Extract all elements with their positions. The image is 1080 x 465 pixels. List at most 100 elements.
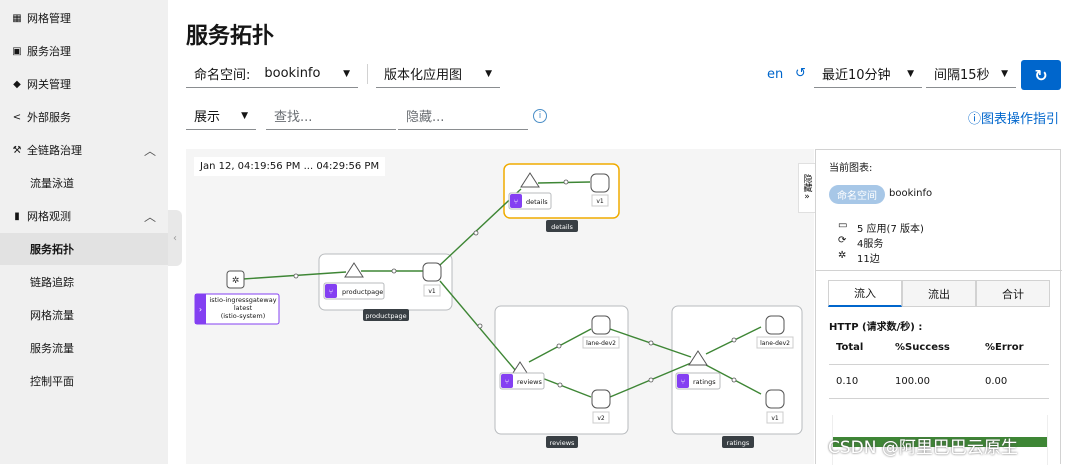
- info-icon[interactable]: i: [533, 109, 547, 123]
- details-group-label: details: [551, 223, 573, 231]
- divider: [367, 64, 368, 84]
- grid-icon: ▦: [12, 12, 22, 24]
- sidebar-item-observability[interactable]: ▮ 网格观测 ︿: [0, 200, 168, 232]
- ratings-group-label: ratings: [727, 439, 750, 447]
- sidebar-item-external-service[interactable]: < 外部服务: [0, 101, 168, 133]
- sidebar-item-full-link[interactable]: ⚒ 全链路治理 ︿: [0, 134, 168, 166]
- ratings-v1-label: v1: [771, 415, 779, 422]
- gateway-version: latest: [234, 304, 253, 312]
- history-icon[interactable]: ↺: [795, 66, 806, 81]
- gateway-namespace: (istio-system): [221, 312, 266, 320]
- services-count: 4服务: [857, 239, 884, 250]
- edges-count: 11边: [857, 254, 880, 265]
- productpage-group-label: productpage: [365, 312, 406, 320]
- tab-inbound[interactable]: 流入: [828, 280, 902, 307]
- apps-icon: ▭: [838, 220, 848, 231]
- sidebar-item-service-governance[interactable]: ▣ 服务治理: [0, 35, 168, 67]
- graph-type-value: 版本化应用图: [384, 68, 463, 83]
- interval-select[interactable]: 间隔15秒 ▼: [926, 60, 1016, 88]
- display-value: 展示: [194, 110, 221, 125]
- refresh-icon: ↻: [1034, 65, 1048, 85]
- ratings-name: ratings: [693, 378, 716, 386]
- sidebar-item-label: 控制平面: [30, 375, 74, 388]
- current-graph-label: 当前图表:: [829, 163, 873, 174]
- sidebar-item-control-plane[interactable]: 控制平面: [0, 365, 168, 397]
- tab-total[interactable]: 合计: [976, 280, 1050, 307]
- watermark: CSDN @阿里巴巴云原生: [828, 438, 1018, 458]
- sidebar-item-traffic-lane[interactable]: 流量泳道: [0, 167, 168, 199]
- divider: [816, 270, 1062, 271]
- trace-icon: ⚒: [12, 144, 22, 156]
- sidebar-item-label: 链路追踪: [30, 276, 74, 289]
- ratings-v1-node: [765, 389, 785, 409]
- hide-panel-label: 隐藏: [801, 174, 812, 192]
- graph-type-select[interactable]: 版本化应用图 ▼: [376, 60, 500, 88]
- sidebar-item-label: 网关管理: [27, 78, 71, 91]
- namespace-select[interactable]: 命名空间: bookinfo ▼: [186, 60, 358, 88]
- chevron-up-icon[interactable]: ︿: [144, 142, 156, 159]
- chevron-left-icon: ‹: [173, 232, 177, 244]
- caret-down-icon: ▼: [1001, 68, 1008, 79]
- sidebar-item-label: 外部服务: [27, 111, 71, 124]
- refresh-button[interactable]: ↻: [1021, 60, 1061, 90]
- caret-down-icon: ▼: [343, 68, 350, 79]
- reviews-name: reviews: [517, 378, 542, 386]
- gateway-name: istio-ingressgateway: [209, 296, 276, 304]
- divider: [829, 398, 1049, 399]
- details-v1-label: v1: [596, 198, 604, 205]
- reviews-v2-node: [591, 389, 611, 409]
- find-input[interactable]: 查找...: [266, 102, 396, 130]
- sidebar-item-label: 服务流量: [30, 342, 74, 355]
- double-chevron-icon: »: [804, 192, 810, 202]
- sidebar-item-mesh-traffic[interactable]: 网格流量: [0, 299, 168, 331]
- header-success: %Success: [895, 342, 950, 353]
- time-range-value: 最近10分钟: [822, 68, 891, 83]
- productpage-name: productpage: [342, 288, 383, 296]
- chevron-up-icon[interactable]: ︿: [144, 208, 156, 225]
- hide-input[interactable]: 隐藏...: [398, 102, 528, 130]
- services-icon: ⟳: [838, 235, 847, 246]
- page-title: 服务拓扑: [186, 24, 275, 49]
- graph-guide-link[interactable]: ⓘ图表操作指引: [968, 108, 1059, 127]
- namespace-value: bookinfo: [889, 188, 933, 199]
- ratings-lane-label: lane-dev2: [760, 340, 790, 347]
- details-v1-node: [590, 173, 610, 193]
- sidebar-item-gateway[interactable]: ◆ 网关管理: [0, 68, 168, 100]
- gateway-badge-icon: ›: [199, 305, 202, 314]
- sidebar-item-mesh-management[interactable]: ▦ 网格管理: [0, 2, 168, 34]
- hide-panel-button[interactable]: 隐藏»: [798, 163, 816, 213]
- sidebar-item-label: 网格观测: [27, 210, 71, 223]
- edges-icon: ✲: [838, 250, 847, 261]
- topology-graph[interactable]: Jan 12, 04:19:56 PM ... 04:29:56 PM ✲ › …: [186, 149, 814, 464]
- sidebar-item-tracing[interactable]: 链路追踪: [0, 266, 168, 298]
- sidebar-item-label: 全链路治理: [27, 144, 82, 157]
- sidebar-item-service-traffic[interactable]: 服务流量: [0, 332, 168, 364]
- share-icon: <: [12, 111, 22, 123]
- chart-icon: ▮: [14, 210, 20, 222]
- apps-count: 5 应用(7 版本): [857, 224, 924, 235]
- sidebar-item-topology[interactable]: 服务拓扑: [0, 233, 168, 265]
- display-select[interactable]: 展示 ▼: [186, 102, 256, 130]
- caret-down-icon: ▼: [241, 110, 248, 121]
- service-icon: ▣: [12, 45, 22, 57]
- sidebar-item-label: 网格流量: [30, 309, 74, 322]
- value-error: 0.00: [985, 376, 1008, 387]
- reviews-lane-node: [591, 315, 611, 335]
- caret-down-icon: ▼: [485, 68, 492, 79]
- tab-outbound[interactable]: 流出: [902, 280, 976, 307]
- sidebar: ▦ 网格管理 ▣ 服务治理 ◆ 网关管理 < 外部服务 ⚒ 全链路治理 ︿ 流量…: [0, 0, 168, 464]
- graph-canvas: ✲ › istio-ingressgateway latest (istio-s…: [194, 163, 803, 448]
- sidebar-collapse-handle[interactable]: ‹: [168, 210, 182, 266]
- productpage-v1-label: v1: [428, 288, 436, 295]
- sidebar-item-label: 流量泳道: [30, 177, 74, 190]
- time-range-select[interactable]: 最近10分钟 ▼: [814, 60, 922, 88]
- caret-down-icon: ▼: [907, 68, 914, 79]
- branch-icon: ⑂: [681, 378, 685, 386]
- language-toggle[interactable]: en: [767, 67, 783, 82]
- sidebar-item-label: 网格管理: [27, 12, 71, 25]
- header-total: Total: [836, 342, 864, 353]
- branch-icon: ⑂: [514, 198, 518, 206]
- details-name: details: [526, 198, 548, 206]
- gateway-node-icon: ✲: [232, 276, 240, 286]
- value-total: 0.10: [836, 376, 859, 387]
